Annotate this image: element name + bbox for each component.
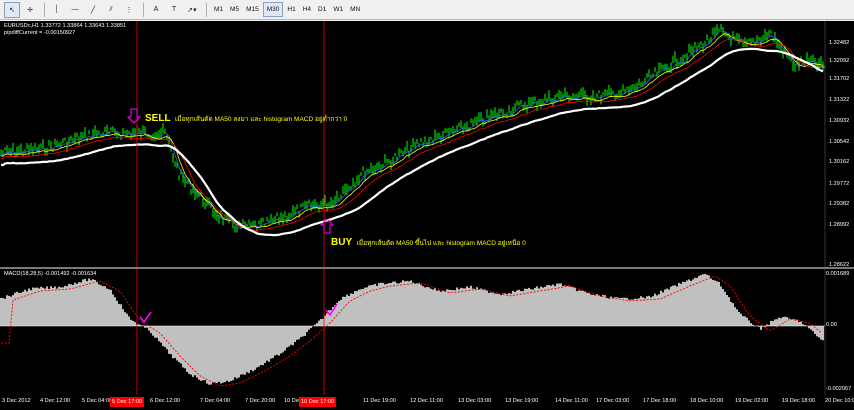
channel-tool[interactable]: ⫽ (103, 2, 119, 18)
horizontal-line-tool[interactable]: — (67, 2, 83, 18)
time-axis-label: 17 Dec 03:00 (596, 398, 630, 404)
pipdiff-indicator-label: pipdiffCurrent = -0.00150927 (4, 30, 76, 36)
buy-label: BUY (331, 237, 353, 248)
time-axis-label: 17 Dec 18:00 (643, 398, 677, 404)
timeframe-h4[interactable]: H4 (300, 2, 314, 17)
buy-description: เมื่อทุกเส้นตัด MA50 ขึ้นไป และ histogra… (356, 240, 526, 247)
time-axis-label: 19 Dec 18:00 (782, 398, 816, 404)
time-axis-label: 20 Dec 10:00 (825, 398, 854, 404)
trendline-tool[interactable]: ╱ (85, 2, 101, 18)
cursor-tool[interactable]: ↖ (4, 1, 20, 18)
time-axis-label: 6 Dec 12:00 (150, 398, 181, 404)
fibonacci-tool[interactable]: ⋮ (121, 2, 137, 18)
price-axis-label: 1.32482 (829, 40, 850, 46)
chart-toolbar: ↖ ✛ │ — ╱ ⫽ ⋮ A T ➚▾ M1 M5 M15 M30 H1 H4 D1 W1 MN (0, 0, 854, 20)
drawing-tools-group: ↖ ✛ │ — ╱ ⫽ ⋮ A T ➚▾ (4, 1, 202, 18)
macd-indicator-window[interactable]: MACD(18,28,5) -0.001492 -0.001634 0.0016… (0, 269, 854, 395)
price-chart-canvas[interactable] (0, 21, 854, 267)
price-axis-label: 1.31702 (829, 76, 850, 82)
timeframe-h1[interactable]: H1 (284, 2, 298, 17)
macd-canvas[interactable] (0, 269, 854, 395)
price-axis-label: 1.32092 (829, 58, 850, 64)
timeframe-mn[interactable]: MN (347, 2, 363, 17)
sell-annotation: SELL เมื่อทุกเส้นตัด MA50 ลงมา และ histo… (145, 108, 347, 126)
timeframe-w1[interactable]: W1 (330, 2, 346, 17)
toolbar-separator (44, 2, 45, 17)
price-axis-label: 1.31322 (829, 97, 850, 103)
time-axis-label: 7 Dec 04:00 (200, 398, 231, 404)
time-axis-label: 14 Dec 11:00 (555, 398, 588, 404)
timeframe-m1[interactable]: M1 (211, 2, 226, 17)
time-axis-label: 19 Dec 02:00 (735, 398, 769, 404)
price-axis-label: 1.29382 (829, 201, 850, 207)
price-axis-label: 1.30542 (829, 139, 850, 145)
toolbar-separator (143, 2, 144, 17)
sell-description: เมื่อทุกเส้นตัด MA50 ลงมา และ histogram … (175, 116, 348, 123)
macd-scale-bottom: -0.002067 (826, 386, 852, 392)
symbol-ohlc-header: EURUSDc,H1 1.33772 1.33864 1.33643 1.338… (4, 23, 127, 29)
buy-annotation: BUY เมื่อทุกเส้นตัด MA50 ขึ้นไป และ hist… (331, 232, 526, 250)
time-axis-label: 5 Dec 04:00 (82, 398, 113, 404)
time-axis-label: 12 Dec 11:00 (410, 398, 443, 404)
crosshair-tool[interactable]: ✛ (22, 2, 38, 18)
time-axis-label: 4 Dec 12:00 (40, 398, 71, 404)
arrows-tool[interactable]: ➚▾ (184, 2, 200, 18)
timeframe-m15[interactable]: M15 (243, 2, 262, 17)
timeframe-d1[interactable]: D1 (315, 2, 329, 17)
time-axis[interactable]: 21 Dec 02:0020 Dec 10:0019 Dec 18:0019 D… (0, 395, 854, 410)
time-axis-label: 13 Dec 19:00 (505, 398, 539, 404)
text-label-tool[interactable]: T (166, 2, 182, 18)
timeframe-group: M1 M5 M15 M30 H1 H4 D1 W1 MN (211, 2, 364, 17)
macd-scale-zero: 0.00 (826, 322, 837, 328)
text-tool[interactable]: A (148, 2, 164, 18)
macd-header: MACD(18,28,5) -0.001492 -0.001634 (4, 271, 97, 277)
price-axis-label: 1.30162 (829, 159, 850, 165)
price-axis-label: 1.28992 (829, 222, 850, 228)
vertical-line-tool[interactable]: │ (49, 2, 65, 18)
timeframe-m30[interactable]: M30 (262, 2, 284, 17)
mt4-terminal-window: ↖ ✛ │ — ╱ ⫽ ⋮ A T ➚▾ M1 M5 M15 M30 H1 H4 D1 W1 MN EURUSDc… (0, 0, 854, 410)
toolbar-separator (206, 2, 207, 17)
timeframe-m5[interactable]: M5 (227, 2, 242, 17)
time-highlight-sell: 5 Dec 17:00 (110, 397, 145, 407)
sell-label: SELL (145, 113, 171, 124)
price-chart-window[interactable]: EURUSDc,H1 1.33772 1.33864 1.33643 1.338… (0, 21, 854, 268)
time-highlight-buy: 10 Dec 17:00 (299, 397, 337, 407)
macd-scale-top: 0.001689 (826, 271, 850, 277)
time-axis-label: 18 Dec 10:00 (690, 398, 724, 404)
time-axis-label: 3 Dec 2012 (2, 398, 31, 404)
time-axis-label: 13 Dec 03:00 (458, 398, 492, 404)
time-axis-label: 7 Dec 20:00 (245, 398, 276, 404)
price-axis-label: 1.29772 (829, 181, 850, 187)
price-axis-label: 1.30932 (829, 118, 850, 124)
time-axis-label: 11 Dec 19:00 (363, 398, 396, 404)
